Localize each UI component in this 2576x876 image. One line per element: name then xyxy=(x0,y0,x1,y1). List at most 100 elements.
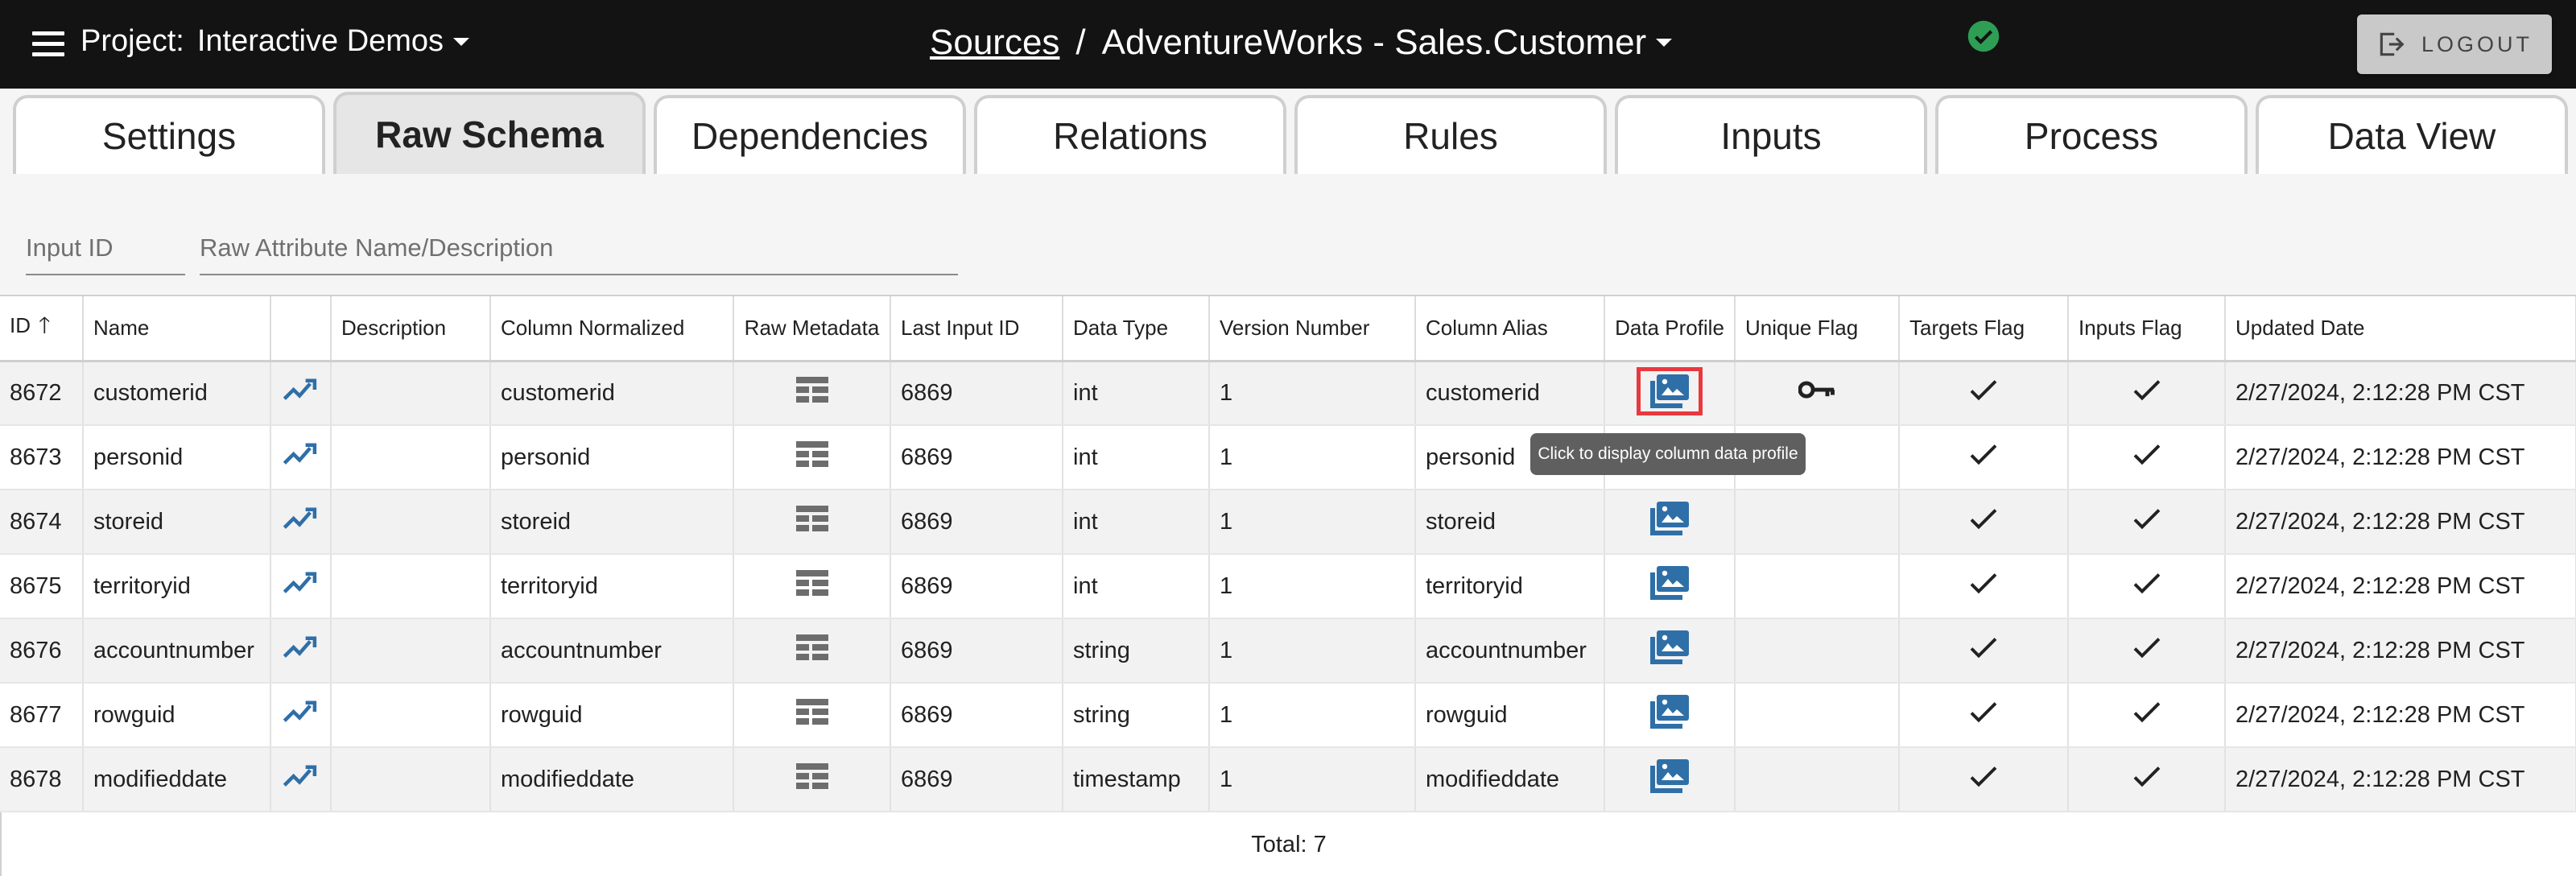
cell-inputs-flag xyxy=(2068,490,2226,555)
column-header-alias[interactable]: Column Alias xyxy=(1415,296,1605,362)
column-header-version[interactable]: Version Number xyxy=(1209,296,1416,362)
table-row[interactable]: 8672 customerid customerid 6869 int 1 cu… xyxy=(0,361,2576,426)
trending-up-icon[interactable] xyxy=(283,506,320,531)
cell-last-input-id: 6869 xyxy=(890,618,1063,684)
cell-targets-flag xyxy=(1899,425,2069,490)
table-icon[interactable] xyxy=(795,441,828,467)
cell-data-type: string xyxy=(1063,618,1210,684)
cell-updated-date: 2/27/2024, 2:12:28 PM CST xyxy=(2225,490,2576,555)
key-icon xyxy=(1798,381,1835,399)
chevron-down-icon[interactable] xyxy=(1656,39,1673,47)
cell-targets-flag xyxy=(1899,747,2069,812)
attribute-search-input[interactable] xyxy=(200,222,958,274)
tab-relations[interactable]: Relations xyxy=(974,95,1286,174)
column-header-normalized[interactable]: Column Normalized xyxy=(490,296,734,362)
cell-targets-flag xyxy=(1899,361,2069,426)
table-row[interactable]: 8675 territoryid territoryid 6869 int 1 … xyxy=(0,554,2576,619)
cell-updated-date: 2/27/2024, 2:12:28 PM CST xyxy=(2225,554,2576,619)
raw-schema-table: ID 🡑 Name Description Column Normalized R… xyxy=(0,295,2576,876)
cell-id: 8676 xyxy=(0,618,84,684)
trending-up-icon[interactable] xyxy=(283,700,320,724)
menu-icon[interactable] xyxy=(32,31,64,57)
cell-alias: territoryid xyxy=(1415,554,1605,619)
project-selector[interactable]: Project: Interactive Demos xyxy=(80,24,470,59)
cell-version: 1 xyxy=(1209,683,1416,748)
column-header-id[interactable]: ID 🡑 xyxy=(0,296,84,362)
column-header-description[interactable]: Description xyxy=(331,296,491,362)
table-icon[interactable] xyxy=(795,634,828,660)
column-header-updated-date[interactable]: Updated Date xyxy=(2225,296,2576,362)
data-profile-button[interactable] xyxy=(1650,566,1689,600)
cell-trend xyxy=(270,490,332,555)
cell-id: 8674 xyxy=(0,490,84,555)
column-header-data-type[interactable]: Data Type xyxy=(1063,296,1210,362)
table-icon[interactable] xyxy=(795,699,828,725)
tab-process[interactable]: Process xyxy=(1935,95,2248,174)
logout-icon xyxy=(2380,32,2405,56)
tab-data-view[interactable]: Data View xyxy=(2256,95,2568,174)
column-header-raw-metadata[interactable]: Raw Metadata xyxy=(733,296,891,362)
table-row[interactable]: 8677 rowguid rowguid 6869 string 1 rowgu… xyxy=(0,683,2576,748)
top-app-bar: Project: Interactive Demos Sources / Adv… xyxy=(0,0,2576,89)
data-profile-button[interactable] xyxy=(1650,759,1689,793)
cell-updated-date: 2/27/2024, 2:12:28 PM CST xyxy=(2225,425,2576,490)
filter-bar xyxy=(0,174,2576,295)
trending-up-icon[interactable] xyxy=(283,764,320,788)
check-icon xyxy=(2133,766,2160,787)
column-header-last-input-id[interactable]: Last Input ID xyxy=(890,296,1063,362)
breadcrumb-current-source[interactable]: AdventureWorks - Sales.Customer xyxy=(1102,23,1647,63)
cell-updated-date: 2/27/2024, 2:12:28 PM CST xyxy=(2225,618,2576,684)
breadcrumb-sources-link[interactable]: Sources xyxy=(930,23,1059,63)
trending-up-icon[interactable] xyxy=(283,635,320,659)
table-icon[interactable] xyxy=(795,377,828,403)
trending-up-icon[interactable] xyxy=(283,442,320,466)
column-header-data-profile[interactable]: Data Profile xyxy=(1604,296,1736,362)
input-id-field xyxy=(26,222,185,275)
data-profile-button[interactable] xyxy=(1637,367,1703,416)
tab-inputs[interactable]: Inputs xyxy=(1615,95,1927,174)
tab-rules[interactable]: Rules xyxy=(1294,95,1607,174)
column-header-name[interactable]: Name xyxy=(83,296,271,362)
data-profile-button[interactable] xyxy=(1650,630,1689,664)
table-icon[interactable] xyxy=(795,506,828,531)
cell-last-input-id: 6869 xyxy=(890,554,1063,619)
cell-data-profile xyxy=(1604,618,1736,684)
tab-settings[interactable]: Settings xyxy=(13,95,325,174)
column-header-targets-flag[interactable]: Targets Flag xyxy=(1899,296,2069,362)
trending-up-icon[interactable] xyxy=(283,571,320,595)
tab-raw-schema[interactable]: Raw Schema xyxy=(333,92,646,174)
attribute-search-field xyxy=(200,222,958,275)
cell-data-type: timestamp xyxy=(1063,747,1210,812)
table-row[interactable]: 8674 storeid storeid 6869 int 1 storeid … xyxy=(0,490,2576,555)
cell-version: 1 xyxy=(1209,747,1416,812)
tab-dependencies[interactable]: Dependencies xyxy=(654,95,966,174)
data-profile-button[interactable] xyxy=(1650,502,1689,535)
column-header-inputs-flag[interactable]: Inputs Flag xyxy=(2068,296,2226,362)
table-icon[interactable] xyxy=(795,570,828,596)
logout-button[interactable]: LOGOUT xyxy=(2357,14,2552,74)
table-row[interactable]: 8673 personid personid 6869 int 1 person… xyxy=(0,425,2576,490)
table-icon[interactable] xyxy=(795,763,828,789)
column-header-trend xyxy=(270,296,332,362)
cell-data-profile xyxy=(1604,554,1736,619)
cell-raw-metadata xyxy=(733,554,891,619)
column-header-unique-flag[interactable]: Unique Flag xyxy=(1735,296,1900,362)
table-row[interactable]: 8676 accountnumber accountnumber 6869 st… xyxy=(0,618,2576,684)
input-id-input[interactable] xyxy=(26,222,185,274)
logout-label: LOGOUT xyxy=(2421,31,2533,56)
cell-name: modifieddate xyxy=(83,747,271,812)
data-profile-button[interactable] xyxy=(1650,695,1689,729)
table-total: Total: 7 xyxy=(0,812,2576,876)
cell-targets-flag xyxy=(1899,490,2069,555)
cell-data-profile xyxy=(1604,683,1736,748)
cell-last-input-id: 6869 xyxy=(890,425,1063,490)
cell-updated-date: 2/27/2024, 2:12:28 PM CST xyxy=(2225,361,2576,426)
cell-inputs-flag xyxy=(2068,747,2226,812)
cell-alias: accountnumber xyxy=(1415,618,1605,684)
arrow-up-icon[interactable]: 🡑 xyxy=(39,308,51,347)
table-row[interactable]: 8678 modifieddate modifieddate 6869 time… xyxy=(0,747,2576,812)
cell-last-input-id: 6869 xyxy=(890,747,1063,812)
cell-data-type: int xyxy=(1063,361,1210,426)
check-icon xyxy=(2133,444,2160,465)
trending-up-icon[interactable] xyxy=(283,378,320,402)
